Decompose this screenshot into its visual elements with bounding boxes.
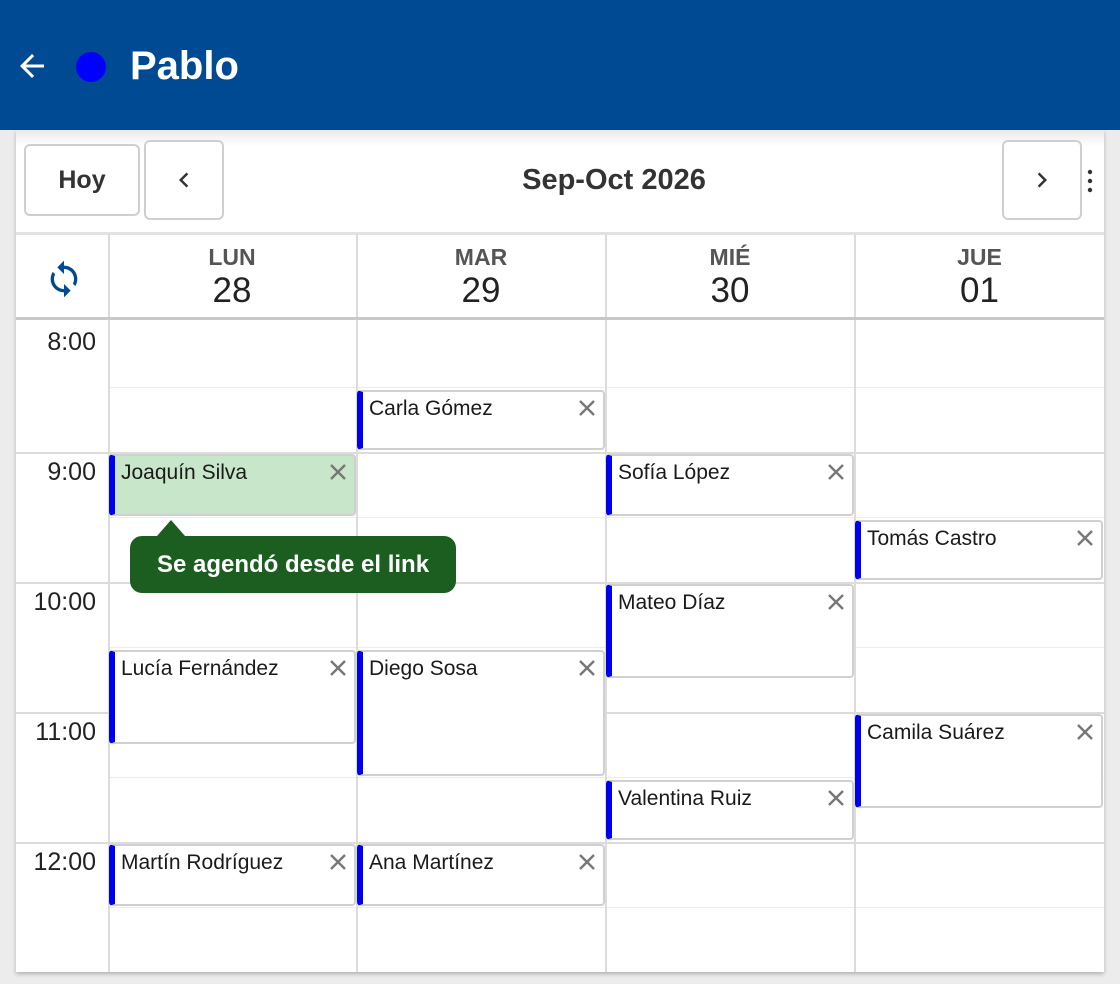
tooltip: Se agendó desde el link: [130, 536, 456, 593]
column-divider: [356, 235, 358, 317]
column-divider: [108, 235, 110, 317]
column-divider: [854, 320, 856, 972]
day-number: 01: [960, 271, 999, 310]
time-label: 11:00: [35, 718, 96, 746]
event-name: Mateo Díaz: [618, 591, 726, 614]
event-name: Martín Rodríguez: [121, 851, 284, 874]
day-header-jue: JUE 01: [855, 235, 1104, 317]
refresh-icon[interactable]: [44, 257, 84, 301]
event-card[interactable]: Carla Gómez: [357, 390, 605, 450]
day-name: MIÉ: [709, 244, 751, 270]
event-card[interactable]: Valentina Ruiz: [606, 780, 854, 840]
event-name: Camila Suárez: [867, 721, 1005, 744]
close-icon[interactable]: [1075, 528, 1095, 548]
tooltip-arrow: [157, 520, 185, 536]
event-name: Sofía López: [618, 461, 731, 484]
close-icon[interactable]: [826, 788, 846, 808]
more-vert-icon[interactable]: [1084, 166, 1096, 196]
column-divider: [854, 235, 856, 317]
event-card[interactable]: Tomás Castro: [855, 520, 1103, 580]
day-header-row: LUN 28 MAR 29 MIÉ 30 JUE 01: [16, 232, 1104, 320]
next-button[interactable]: [1002, 140, 1082, 220]
event-name: Diego Sosa: [369, 657, 478, 680]
event-name: Tomás Castro: [867, 527, 997, 550]
close-icon[interactable]: [577, 658, 597, 678]
event-name: Carla Gómez: [369, 397, 493, 420]
event-name: Ana Martínez: [369, 851, 494, 874]
event-name: Lucía Fernández: [121, 657, 279, 680]
event-card[interactable]: Lucía Fernández: [109, 650, 356, 744]
close-icon[interactable]: [577, 852, 597, 872]
previous-button[interactable]: [144, 140, 224, 220]
day-header-mie: MIÉ 30: [606, 235, 854, 317]
close-icon[interactable]: [577, 398, 597, 418]
app-bar: Pablo: [0, 0, 1120, 130]
event-card[interactable]: Martín Rodríguez: [109, 844, 356, 906]
today-button[interactable]: Hoy: [24, 144, 140, 216]
event-name: Joaquín Silva: [121, 461, 248, 484]
calendar-toolbar: Hoy Sep-Oct 2026: [16, 130, 1104, 232]
close-icon[interactable]: [328, 852, 348, 872]
page-title: Pablo: [130, 44, 239, 88]
event-card-highlighted[interactable]: Joaquín Silva: [109, 454, 356, 516]
close-icon[interactable]: [826, 462, 846, 482]
day-header-lun: LUN 28: [108, 235, 356, 317]
day-name: JUE: [957, 244, 1002, 270]
day-name: LUN: [208, 244, 256, 270]
close-icon[interactable]: [328, 658, 348, 678]
day-number: 29: [461, 271, 501, 310]
close-icon[interactable]: [826, 592, 846, 612]
column-divider: [605, 235, 607, 317]
event-card[interactable]: Sofía López: [606, 454, 854, 516]
time-label: 12:00: [33, 848, 96, 876]
day-number: 30: [710, 271, 750, 310]
date-range-title: Sep-Oct 2026: [522, 164, 706, 196]
event-card[interactable]: Diego Sosa: [357, 650, 605, 776]
close-icon[interactable]: [328, 462, 348, 482]
event-card[interactable]: Mateo Díaz: [606, 584, 854, 678]
event-card[interactable]: Camila Suárez: [855, 714, 1103, 808]
close-icon[interactable]: [1075, 722, 1095, 742]
day-name: MAR: [454, 244, 508, 270]
day-header-mar: MAR 29: [357, 235, 605, 317]
event-card[interactable]: Ana Martínez: [357, 844, 605, 906]
time-label: 8:00: [47, 328, 96, 356]
status-dot: [76, 52, 106, 82]
day-number: 28: [212, 271, 252, 310]
time-label: 9:00: [47, 458, 96, 486]
event-name: Valentina Ruiz: [618, 787, 752, 810]
arrow-back-icon[interactable]: [14, 48, 50, 84]
chevron-right-icon: [1037, 172, 1047, 188]
time-label: 10:00: [33, 588, 96, 616]
chevron-left-icon: [179, 172, 189, 188]
